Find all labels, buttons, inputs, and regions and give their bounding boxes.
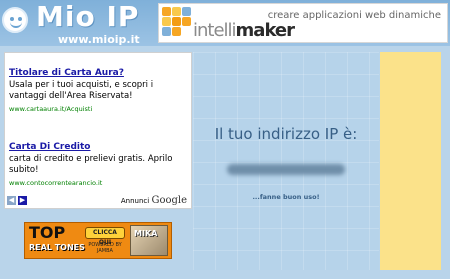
banner-brand-bold: maker bbox=[235, 20, 295, 41]
intellimaker-banner[interactable]: intellimaker creare applicazioni web din… bbox=[158, 3, 448, 43]
site-header: Mio IP www.mioip.it intellimaker creare … bbox=[0, 0, 450, 46]
ad-url[interactable]: www.contocorrentearancio.it bbox=[9, 178, 189, 188]
ad-title-link[interactable]: Carta Di Credito bbox=[9, 142, 189, 153]
ip-note: ...fanne buon uso! bbox=[252, 193, 320, 201]
real-tones-promo-banner[interactable]: TOP REAL TONES CLICCA QUI POWERED BY JAM… bbox=[24, 222, 172, 259]
google-ads-box: Titolare di Carta Aura? Usala per i tuoi… bbox=[4, 52, 192, 209]
site-logo-url[interactable]: www.mioip.it bbox=[58, 33, 140, 46]
promo-click-button[interactable]: CLICCA QUI bbox=[85, 227, 125, 246]
ad-description: Usala per i tuoi acquisti, e scopri i va… bbox=[9, 80, 154, 101]
ad-item[interactable]: Carta Di Credito carta di credito e prel… bbox=[9, 142, 189, 188]
promo-photo-label: MIKA bbox=[134, 229, 158, 238]
banner-squares-icon bbox=[161, 6, 191, 40]
ad-footer: ◀ ▶ Annunci Google bbox=[5, 194, 191, 208]
ad-title-link[interactable]: Titolare di Carta Aura? bbox=[9, 68, 189, 79]
ip-address-value bbox=[227, 164, 345, 175]
ad-description: carta di credito e prelievi gratis. Apri… bbox=[9, 154, 173, 175]
ad-url[interactable]: www.cartaaura.it/Acquisti bbox=[9, 104, 189, 114]
ad-item[interactable]: Titolare di Carta Aura? Usala per i tuoi… bbox=[9, 68, 189, 114]
ads-by-label: Annunci bbox=[120, 197, 150, 205]
site-logo-text[interactable]: Mio IP bbox=[36, 1, 139, 33]
smiley-logo-icon bbox=[2, 7, 28, 33]
banner-brand-light: intelli bbox=[193, 20, 237, 41]
promo-powered-by: POWERED BY JAMBA bbox=[88, 242, 122, 254]
promo-headline: TOP bbox=[29, 223, 66, 242]
chevron-left-icon[interactable]: ◀ bbox=[7, 196, 16, 205]
promo-subtitle: REAL TONES bbox=[29, 243, 85, 252]
ip-label: Il tuo indirizzo IP è: bbox=[214, 125, 358, 143]
google-logo: Google bbox=[151, 195, 187, 206]
ads-by-google[interactable]: Annunci Google bbox=[121, 195, 187, 206]
promo-photo: MIKA bbox=[130, 225, 168, 256]
chevron-right-icon[interactable]: ▶ bbox=[18, 196, 27, 205]
ip-panel: Il tuo indirizzo IP è: ...fanne buon uso… bbox=[193, 52, 379, 270]
right-sidebar bbox=[380, 52, 441, 270]
banner-brand: intellimaker bbox=[193, 20, 295, 41]
banner-slogan: creare applicazioni web dinamiche bbox=[267, 10, 441, 21]
